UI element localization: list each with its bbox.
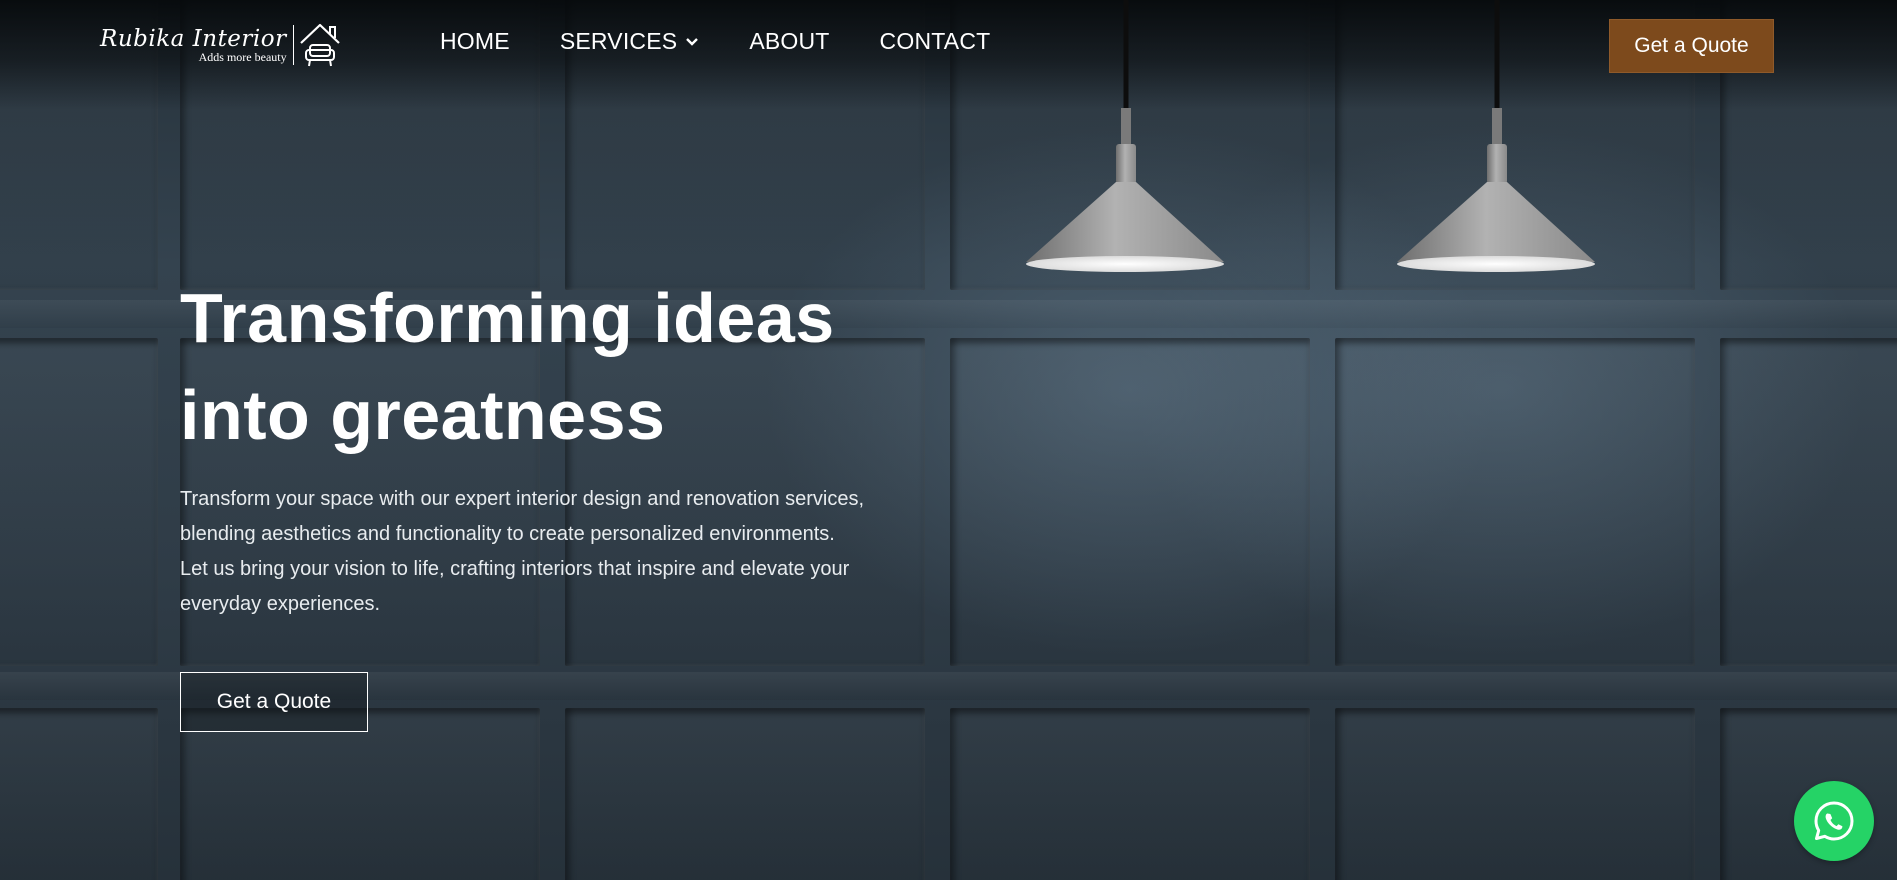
hero-description-line: blending aesthetics and functionality to… (180, 523, 835, 545)
pendant-lamp-right (1397, 0, 1595, 272)
brand-logo[interactable]: Rubika Interior Adds more beauty (100, 20, 342, 70)
brand-text: Rubika Interior Adds more beauty (100, 27, 287, 63)
nav-item-contact[interactable]: CONTACT (880, 28, 991, 55)
wall-panel (950, 338, 1310, 666)
hero-title-line: Transforming ideas (180, 279, 835, 357)
hero-title: Transforming ideas into greatness (180, 270, 880, 464)
nav-item-services[interactable]: SERVICES (560, 28, 700, 55)
brand-tagline: Adds more beauty (198, 50, 287, 64)
sofa-house-icon (299, 23, 340, 67)
whatsapp-button[interactable] (1794, 781, 1874, 861)
wall-panel (1335, 708, 1695, 880)
wall-panel (1720, 338, 1897, 666)
hero-title-line: into greatness (180, 376, 666, 454)
chevron-down-icon (685, 37, 699, 47)
wall-panel (0, 338, 158, 666)
pendant-lamp-left (1026, 0, 1224, 272)
nav-item-label: HOME (440, 28, 510, 54)
brand-divider (292, 25, 294, 65)
wall-panel (1335, 338, 1695, 666)
nav-item-label: CONTACT (879, 28, 991, 54)
nav-item-about[interactable]: ABOUT (749, 28, 829, 55)
wall-panel (565, 708, 925, 880)
brand-name: Rubika Interior (100, 26, 287, 52)
wall-panel (0, 708, 158, 880)
header-quote-button[interactable]: Get a Quote (1609, 19, 1774, 73)
hero-quote-button[interactable]: Get a Quote (180, 672, 368, 732)
hero-description-line: Transform your space with our expert int… (180, 488, 865, 510)
hero-description: Transform your space with our expert int… (180, 482, 900, 622)
nav-item-label: ABOUT (749, 28, 830, 54)
main-nav: HOME SERVICES ABOUT CONTACT (440, 28, 1040, 55)
hero-description-line: Let us bring your vision to life, crafti… (180, 558, 850, 580)
wall-panel (180, 708, 540, 880)
hero-section: Rubika Interior Adds more beauty HOME SE… (0, 0, 1897, 880)
nav-item-home[interactable]: HOME (440, 28, 510, 55)
nav-item-label: SERVICES (559, 28, 678, 54)
hero-description-line: everyday experiences. (180, 593, 381, 615)
wall-panel (950, 708, 1310, 880)
whatsapp-icon (1814, 801, 1854, 841)
